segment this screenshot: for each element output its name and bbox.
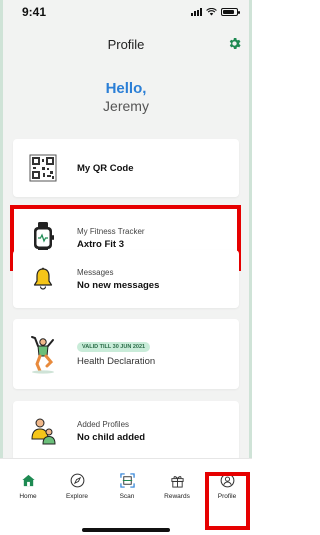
home-indicator	[82, 528, 170, 532]
nav-home-label: Home	[19, 493, 37, 500]
health-declaration-card[interactable]: VALID TILL 30 JUN 2021 Health Declaratio…	[13, 319, 239, 389]
nav-scan[interactable]: Scan	[105, 473, 149, 500]
wifi-icon	[206, 8, 217, 16]
messages-sub: Messages	[77, 267, 114, 277]
greeting: Hello, Jeremy	[0, 80, 252, 114]
gear-icon	[229, 37, 241, 49]
nav-scan-label: Scan	[119, 493, 135, 500]
scan-icon	[119, 473, 135, 488]
battery-icon	[221, 8, 240, 16]
fitness-tracker-sub: My Fitness Tracker	[77, 226, 145, 236]
nav-profile-label: Profile	[217, 493, 237, 500]
added-profiles-status: No child added	[77, 431, 146, 443]
family-icon	[23, 417, 63, 445]
home-icon	[21, 474, 35, 487]
user-name: Jeremy	[103, 98, 149, 114]
nav-rewards[interactable]: Rewards	[155, 473, 199, 500]
profile-icon	[220, 473, 234, 488]
qr-code-card[interactable]: My QR Code	[13, 139, 239, 197]
exercise-person-icon	[23, 334, 63, 374]
nav-explore[interactable]: Explore	[55, 473, 99, 500]
added-profiles-sub: Added Profiles	[77, 419, 130, 429]
bell-icon	[23, 267, 63, 291]
page-title: Profile	[107, 36, 145, 52]
compass-icon	[70, 473, 84, 488]
validity-badge: VALID TILL 30 JUN 2021	[77, 341, 151, 352]
greeting-hello: Hello,	[105, 80, 147, 97]
qr-code-icon	[23, 154, 63, 182]
header: Profile	[0, 30, 252, 58]
nav-home[interactable]: Home	[6, 473, 50, 500]
settings-button[interactable]	[224, 33, 244, 53]
fitness-tracker-name: Axtro Fit 3	[77, 238, 124, 250]
gift-icon	[170, 476, 184, 488]
messages-status: No new messages	[77, 279, 160, 291]
added-profiles-card[interactable]: Added Profiles No child added	[13, 401, 239, 461]
bottom-nav: Home Explore Scan Rewards Profile	[0, 458, 252, 535]
nav-profile[interactable]: Profile	[205, 473, 249, 500]
nav-rewards-label: Rewards	[164, 493, 190, 500]
health-declaration-label: Health Declaration	[77, 355, 156, 367]
nav-explore-label: Explore	[65, 493, 89, 500]
phone-screen: 9:41 Profile Hello, Jeremy My QR Code My…	[0, 0, 252, 535]
signal-icon	[191, 8, 202, 16]
messages-card[interactable]: Messages No new messages	[13, 250, 239, 308]
status-time: 9:41	[22, 5, 47, 19]
qr-code-label: My QR Code	[77, 162, 134, 174]
status-bar: 9:41	[0, 0, 252, 24]
status-icons	[191, 8, 240, 16]
